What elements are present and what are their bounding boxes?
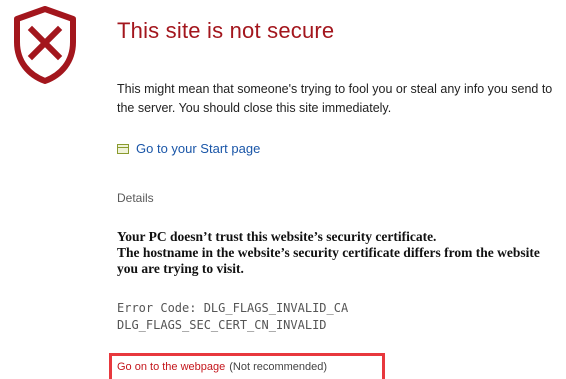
- security-warning-page: This site is not secure This might mean …: [0, 0, 566, 379]
- start-page-link[interactable]: Go to your Start page: [117, 141, 260, 156]
- error-code-line-1: Error Code: DLG_FLAGS_INVALID_CA: [117, 301, 349, 315]
- error-code: Error Code: DLG_FLAGS_INVALID_CA DLG_FLA…: [117, 300, 348, 334]
- details-toggle[interactable]: Details: [117, 191, 154, 205]
- warning-message: This might mean that someone's trying to…: [117, 82, 553, 115]
- hostname-mismatch-message: The hostname in the website’s security c…: [117, 245, 540, 276]
- error-code-line-2: DLG_FLAGS_SEC_CERT_CN_INVALID: [117, 318, 327, 332]
- proceed-row: Go on to the webpage (Not recommended): [117, 361, 327, 373]
- not-recommended-note: (Not recommended): [229, 361, 328, 373]
- shield-x-icon: [14, 6, 76, 84]
- start-page-link-label: Go to your Start page: [136, 141, 261, 156]
- home-page-icon: [117, 143, 129, 154]
- go-on-to-webpage-link[interactable]: Go on to the webpage: [117, 361, 225, 373]
- warning-title: This site is not secure: [117, 18, 335, 43]
- certificate-trust-heading: Your PC doesn’t trust this website’s sec…: [117, 229, 437, 244]
